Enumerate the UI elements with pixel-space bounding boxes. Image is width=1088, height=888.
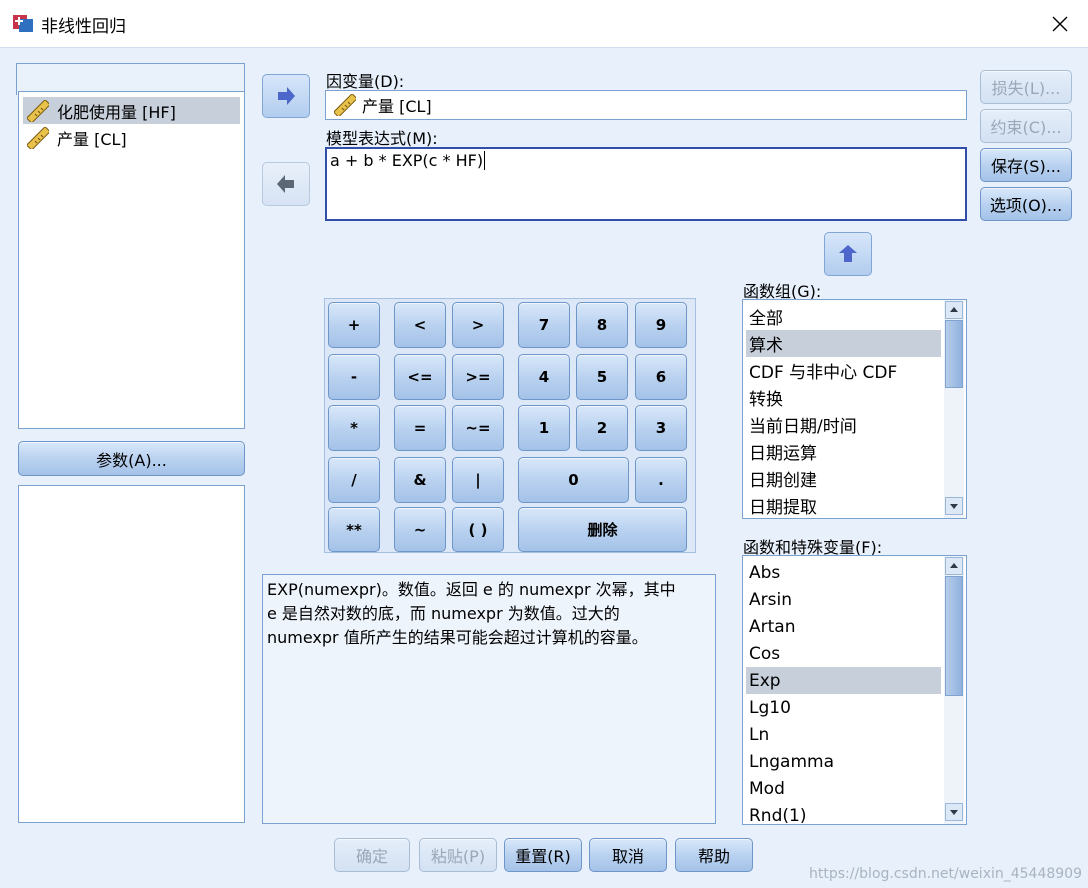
scroll-down-icon	[950, 810, 958, 815]
key-3[interactable]: 3	[635, 405, 687, 451]
ruler-icon	[27, 126, 49, 149]
variable-label: 产量 [CL]	[57, 129, 127, 149]
scroll-down-button[interactable]	[945, 497, 963, 515]
key-and[interactable]: &	[394, 457, 446, 503]
scroll-up-button[interactable]	[945, 301, 963, 319]
dependent-label: 因变量(D):	[326, 72, 405, 91]
arrow-up-icon	[839, 245, 857, 262]
close-button[interactable]	[1032, 0, 1088, 47]
key-ge[interactable]: >=	[452, 354, 504, 400]
variable-label: 化肥使用量 [HF]	[57, 102, 176, 122]
key-minus[interactable]: -	[328, 354, 380, 400]
model-expression-field[interactable]: a + b * EXP(c * HF)	[325, 147, 967, 221]
function-group-item[interactable]: 日期创建	[746, 465, 941, 492]
scroll-thumb[interactable]	[945, 576, 963, 696]
scroll-down-button[interactable]	[945, 803, 963, 821]
function-item[interactable]: Abs	[746, 559, 941, 586]
model-label: 模型表达式(M):	[326, 129, 438, 148]
key-9[interactable]: 9	[635, 302, 687, 348]
arrow-left-icon	[277, 175, 294, 193]
move-back-button[interactable]	[262, 162, 310, 206]
insert-function-button[interactable]	[824, 232, 872, 276]
params-button[interactable]: 参数(A)...	[18, 441, 245, 476]
scroll-down-icon	[950, 504, 958, 509]
key-0[interactable]: 0	[518, 457, 629, 503]
key-lt[interactable]: <	[394, 302, 446, 348]
dependent-value: 产量 [CL]	[362, 97, 432, 116]
function-item[interactable]: Mod	[746, 775, 941, 802]
move-to-dependent-button[interactable]	[262, 74, 310, 118]
function-group-item[interactable]: 全部	[746, 303, 941, 330]
ruler-icon	[334, 94, 356, 116]
variable-item-cl[interactable]: 产量 [CL]	[23, 124, 240, 151]
function-group-scrollbar[interactable]	[944, 300, 964, 518]
key-gt[interactable]: >	[452, 302, 504, 348]
key-1[interactable]: 1	[518, 405, 570, 451]
function-group-item[interactable]: CDF 与非中心 CDF	[746, 357, 941, 384]
variable-item-hf[interactable]: 化肥使用量 [HF]	[23, 97, 240, 124]
key-le[interactable]: <=	[394, 354, 446, 400]
scroll-thumb[interactable]	[945, 320, 963, 388]
key-divide[interactable]: /	[328, 457, 380, 503]
function-item[interactable]: Lg10	[746, 694, 941, 721]
key-7[interactable]: 7	[518, 302, 570, 348]
function-item[interactable]: Lngamma	[746, 748, 941, 775]
function-group-item[interactable]: 日期运算	[746, 438, 941, 465]
function-group-item[interactable]: 当前日期/时间	[746, 411, 941, 438]
key-or[interactable]: |	[452, 457, 504, 503]
key-power[interactable]: **	[328, 507, 380, 552]
close-icon	[1052, 16, 1068, 31]
functions-scrollbar[interactable]	[944, 556, 964, 824]
variable-list[interactable]: 化肥使用量 [HF] 产量 [CL]	[18, 91, 245, 429]
function-item[interactable]: Exp	[746, 667, 941, 694]
function-group-item[interactable]: 算术	[746, 330, 941, 357]
watermark-text: https://blog.csdn.net/weixin_45448909	[808, 866, 1082, 882]
function-group-item[interactable]: 转换	[746, 384, 941, 411]
loss-button[interactable]: 损失(L)...	[980, 70, 1072, 104]
function-item[interactable]: Rnd(1)	[746, 802, 941, 825]
key-4[interactable]: 4	[518, 354, 570, 400]
model-expression-text: a + b * EXP(c * HF)	[330, 151, 484, 170]
window-title: 非线性回归	[41, 17, 126, 37]
help-button[interactable]: 帮助	[675, 838, 753, 872]
params-list[interactable]	[18, 485, 245, 823]
key-parentheses[interactable]: ( )	[452, 507, 504, 552]
save-button[interactable]: 保存(S)...	[980, 148, 1072, 182]
function-item[interactable]: Ln	[746, 721, 941, 748]
constraints-button[interactable]: 约束(C)...	[980, 109, 1072, 143]
key-not[interactable]: ~	[394, 507, 446, 552]
arrow-right-icon	[278, 87, 295, 105]
function-description: EXP(numexpr)。数值。返回 e 的 numexpr 次幂，其中 e 是…	[262, 574, 716, 824]
title-bar: 非线性回归	[0, 0, 1088, 47]
reset-button[interactable]: 重置(R)	[504, 838, 582, 872]
scroll-up-icon	[950, 307, 958, 312]
scroll-up-icon	[950, 563, 958, 568]
key-6[interactable]: 6	[635, 354, 687, 400]
key-8[interactable]: 8	[576, 302, 628, 348]
key-5[interactable]: 5	[576, 354, 628, 400]
key-delete[interactable]: 删除	[518, 507, 687, 552]
key-eq[interactable]: =	[394, 405, 446, 451]
function-item[interactable]: Cos	[746, 640, 941, 667]
function-group-list[interactable]: 全部 算术 CDF 与非中心 CDF 转换 当前日期/时间 日期运算 日期创建 …	[742, 299, 967, 519]
function-item[interactable]: Arsin	[746, 586, 941, 613]
key-2[interactable]: 2	[576, 405, 628, 451]
ok-button[interactable]: 确定	[334, 838, 410, 872]
function-item[interactable]: Artan	[746, 613, 941, 640]
ruler-icon	[27, 99, 49, 122]
scroll-up-button[interactable]	[945, 557, 963, 575]
paste-button[interactable]: 粘贴(P)	[419, 838, 497, 872]
functions-list[interactable]: Abs Arsin Artan Cos Exp Lg10 Ln Lngamma …	[742, 555, 967, 825]
options-button[interactable]: 选项(O)...	[980, 187, 1072, 221]
key-dot[interactable]: .	[635, 457, 687, 503]
key-plus[interactable]: +	[328, 302, 380, 348]
dependent-field[interactable]: 产量 [CL]	[325, 90, 967, 120]
key-multiply[interactable]: *	[328, 405, 380, 451]
function-group-item[interactable]: 日期提取	[746, 492, 941, 518]
dialog-body: 化肥使用量 [HF] 产量 [CL] 参数(A)... 因变量(D): 产量 […	[0, 47, 1088, 888]
cancel-button[interactable]: 取消	[589, 838, 667, 872]
key-ne[interactable]: ~=	[452, 405, 504, 451]
app-icon	[13, 15, 33, 32]
